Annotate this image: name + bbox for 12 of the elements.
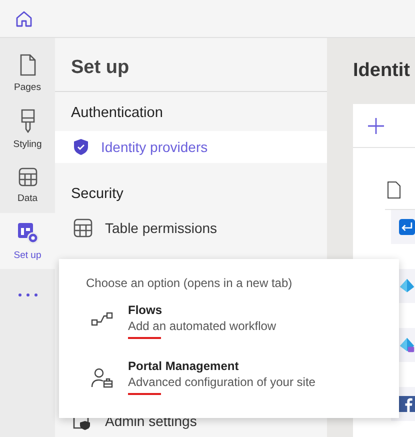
nav-item[interactable]: Pages [0,45,55,101]
menu-item[interactable]: Table permissions [55,212,327,244]
nav-item[interactable]: Set up [0,213,55,269]
menu-item[interactable]: Identity providers [55,131,327,163]
popup-heading: Choose an option (opens in a new tab) [86,276,294,290]
option-item[interactable]: Portal Management Advanced configuration of your site [86,359,399,415]
nav-item[interactable]: Data [0,157,55,213]
section-heading: Security [70,185,124,204]
nav-item[interactable]: Styling [0,101,55,157]
option-item[interactable]: Flows Add an automated workflow [86,303,399,359]
page-heading: Identit [353,59,411,83]
section-heading: Authentication [70,104,164,123]
